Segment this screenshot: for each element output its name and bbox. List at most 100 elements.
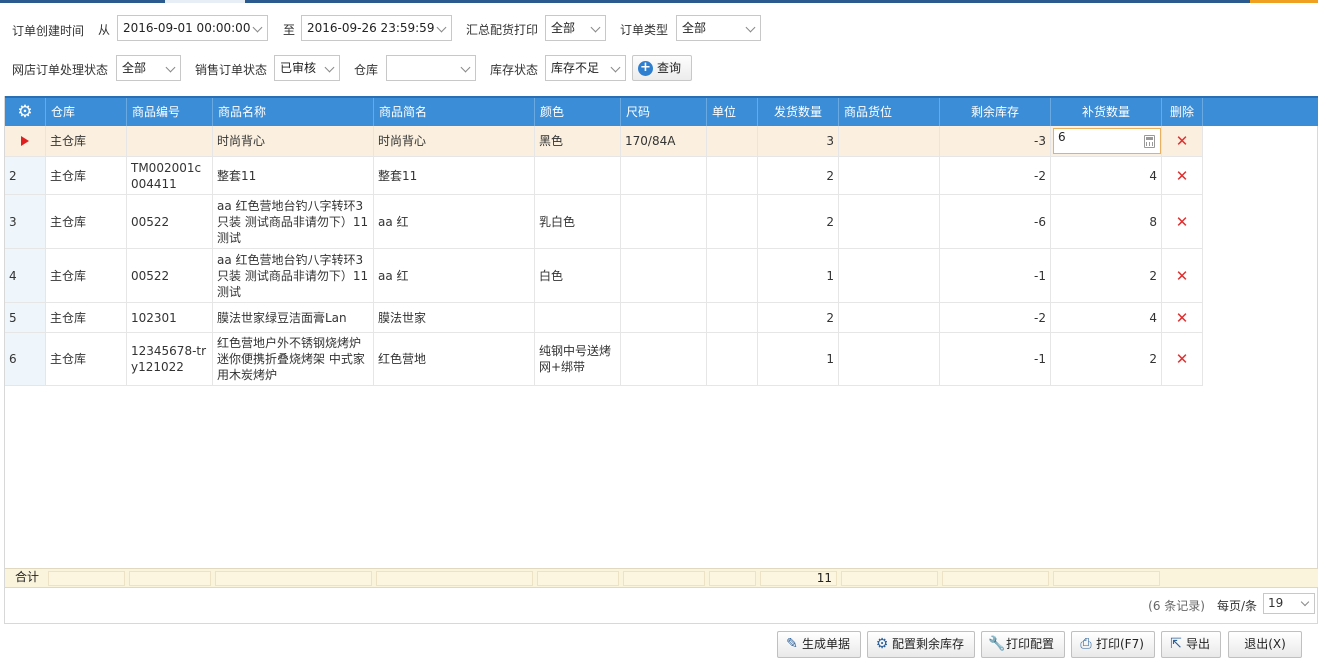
total-cell-size	[623, 571, 705, 586]
column-settings[interactable]: ⚙	[5, 98, 46, 126]
table-row[interactable]: 主仓库 时尚背心 时尚背心 黑色 170/84A 3 -3 6 ✕	[5, 126, 1203, 157]
summary-print-value: 全部	[551, 21, 576, 35]
header-color[interactable]: 颜色	[535, 98, 621, 126]
delete-icon[interactable]: ✕	[1176, 133, 1189, 149]
cell-size	[621, 333, 707, 385]
total-cell-location	[841, 571, 938, 586]
delete-icon[interactable]: ✕	[1176, 351, 1189, 367]
cell-code: 00522	[127, 195, 213, 248]
header-name[interactable]: 商品名称	[213, 98, 374, 126]
generate-document-label: 生成单据	[802, 637, 851, 651]
cell-warehouse: 主仓库	[46, 333, 127, 385]
cell-warehouse: 主仓库	[46, 157, 127, 194]
cell-size	[621, 157, 707, 194]
sales-status-value: 已审核	[280, 61, 317, 75]
cell-unit	[707, 126, 758, 156]
table-row[interactable]: 3 主仓库 00522 aa 红色营地台钓八字转环3只装 测试商品非请勿下）11…	[5, 195, 1203, 249]
table-row[interactable]: 4 主仓库 00522 aa 红色营地台钓八字转环3只装 测试商品非请勿下）11…	[5, 249, 1203, 303]
cell-replenish[interactable]: 8	[1051, 195, 1162, 248]
cell-remain: -2	[940, 303, 1051, 332]
total-cell-unit	[709, 571, 756, 586]
cell-replenish[interactable]: 2	[1051, 333, 1162, 385]
delete-icon[interactable]: ✕	[1176, 310, 1189, 326]
cell-remain: -6	[940, 195, 1051, 248]
header-replenish[interactable]: 补货数量	[1051, 98, 1162, 126]
shop-status-value: 全部	[122, 61, 147, 75]
delete-icon[interactable]: ✕	[1176, 168, 1189, 184]
cell-location	[839, 249, 940, 302]
warehouse-select[interactable]	[386, 55, 476, 81]
gear-icon: ⚙	[875, 636, 889, 652]
chevron-down-icon	[1300, 597, 1310, 607]
header-size[interactable]: 尺码	[621, 98, 707, 126]
cell-replenish[interactable]: 4	[1051, 157, 1162, 194]
query-button[interactable]: + 查询	[632, 55, 692, 81]
filter-panel: 订单创建时间 从 2016-09-01 00:00:00 至 2016-09-2…	[0, 0, 1318, 96]
header-location[interactable]: 商品货位	[839, 98, 940, 126]
summary-print-select[interactable]: 全部	[545, 15, 606, 41]
data-grid: ⚙ 仓库 商品编号 商品名称 商品简名 颜色 尺码 单位 发货数量 商品货位 剩…	[4, 96, 1318, 624]
table-row[interactable]: 5 主仓库 102301 膜法世家绿豆洁面膏Lan 膜法世家 2 -2 4 ✕	[5, 303, 1203, 333]
cell-short: 红色营地	[374, 333, 535, 385]
export-icon: ⇱	[1170, 636, 1182, 652]
from-date-value: 2016-09-01 00:00:00	[123, 21, 251, 35]
generate-document-button[interactable]: ✎ 生成单据	[777, 631, 861, 658]
delete-icon[interactable]: ✕	[1176, 268, 1189, 284]
row-indicator	[5, 126, 46, 156]
cell-ship-qty: 1	[758, 249, 839, 302]
replenish-qty-input[interactable]: 6	[1053, 128, 1161, 154]
cell-warehouse: 主仓库	[46, 303, 127, 332]
calculator-icon[interactable]	[1144, 135, 1155, 148]
print-config-button[interactable]: 🔧 打印配置	[981, 631, 1065, 658]
cell-size	[621, 195, 707, 248]
cell-size	[621, 303, 707, 332]
cell-name: 整套11	[213, 157, 374, 194]
total-cell-color	[537, 571, 619, 586]
exit-button[interactable]: 退出(X)	[1228, 631, 1302, 658]
order-type-select[interactable]: 全部	[676, 15, 761, 41]
header-unit[interactable]: 单位	[707, 98, 758, 126]
from-date-picker[interactable]: 2016-09-01 00:00:00	[117, 15, 268, 41]
header-delete[interactable]: 删除	[1162, 98, 1203, 126]
cell-name: aa 红色营地台钓八字转环3只装 测试商品非请勿下）11测试	[213, 195, 374, 248]
cell-remain: -2	[940, 157, 1051, 194]
cell-warehouse: 主仓库	[46, 126, 127, 156]
row-pointer-icon	[21, 136, 29, 146]
header-ship-qty[interactable]: 发货数量	[758, 98, 839, 126]
total-cell-warehouse	[48, 571, 125, 586]
header-code[interactable]: 商品编号	[127, 98, 213, 126]
header-remain[interactable]: 剩余库存	[940, 98, 1051, 126]
action-bar: ✎ 生成单据 ⚙ 配置剩余库存 🔧 打印配置 ⎙ 打印(F7) ⇱ 导出 退出(…	[0, 630, 1318, 658]
delete-icon[interactable]: ✕	[1176, 214, 1189, 230]
to-label: 至	[283, 23, 296, 37]
total-ship-qty: 11	[760, 571, 837, 586]
sales-status-select[interactable]: 已审核	[274, 55, 340, 81]
table-row[interactable]: 6 主仓库 12345678-try121022 红色营地户外不锈钢烧烤炉迷你便…	[5, 333, 1203, 386]
to-date-value: 2016-09-26 23:59:59	[307, 21, 435, 35]
row-index: 5	[5, 303, 46, 332]
export-button[interactable]: ⇱ 导出	[1161, 631, 1221, 658]
cell-unit	[707, 333, 758, 385]
cell-ship-qty: 2	[758, 157, 839, 194]
to-date-picker[interactable]: 2016-09-26 23:59:59	[301, 15, 452, 41]
cell-delete: ✕	[1162, 249, 1203, 302]
per-page-select[interactable]: 19	[1263, 593, 1315, 614]
table-row[interactable]: 2 主仓库 TM002001c004411 整套11 整套11 2 -2 4 ✕	[5, 157, 1203, 195]
print-button[interactable]: ⎙ 打印(F7)	[1071, 631, 1155, 658]
shop-status-select[interactable]: 全部	[116, 55, 181, 81]
grid-header: ⚙ 仓库 商品编号 商品名称 商品简名 颜色 尺码 单位 发货数量 商品货位 剩…	[5, 96, 1318, 126]
cell-location	[839, 303, 940, 332]
export-label: 导出	[1186, 637, 1211, 651]
header-short[interactable]: 商品简名	[374, 98, 535, 126]
cell-replenish[interactable]: 2	[1051, 249, 1162, 302]
cell-replenish[interactable]: 4	[1051, 303, 1162, 332]
cell-color: 黑色	[535, 126, 621, 156]
total-cell-replenish	[1053, 571, 1160, 586]
cell-remain: -1	[940, 249, 1051, 302]
header-warehouse[interactable]: 仓库	[46, 98, 127, 126]
pager: (6 条记录) 每页/条 19	[5, 590, 1317, 618]
cell-code: TM002001c004411	[127, 157, 213, 194]
config-stock-button[interactable]: ⚙ 配置剩余库存	[867, 631, 975, 658]
cell-replenish: 6	[1051, 126, 1162, 156]
stock-status-select[interactable]: 库存不足	[545, 55, 626, 81]
